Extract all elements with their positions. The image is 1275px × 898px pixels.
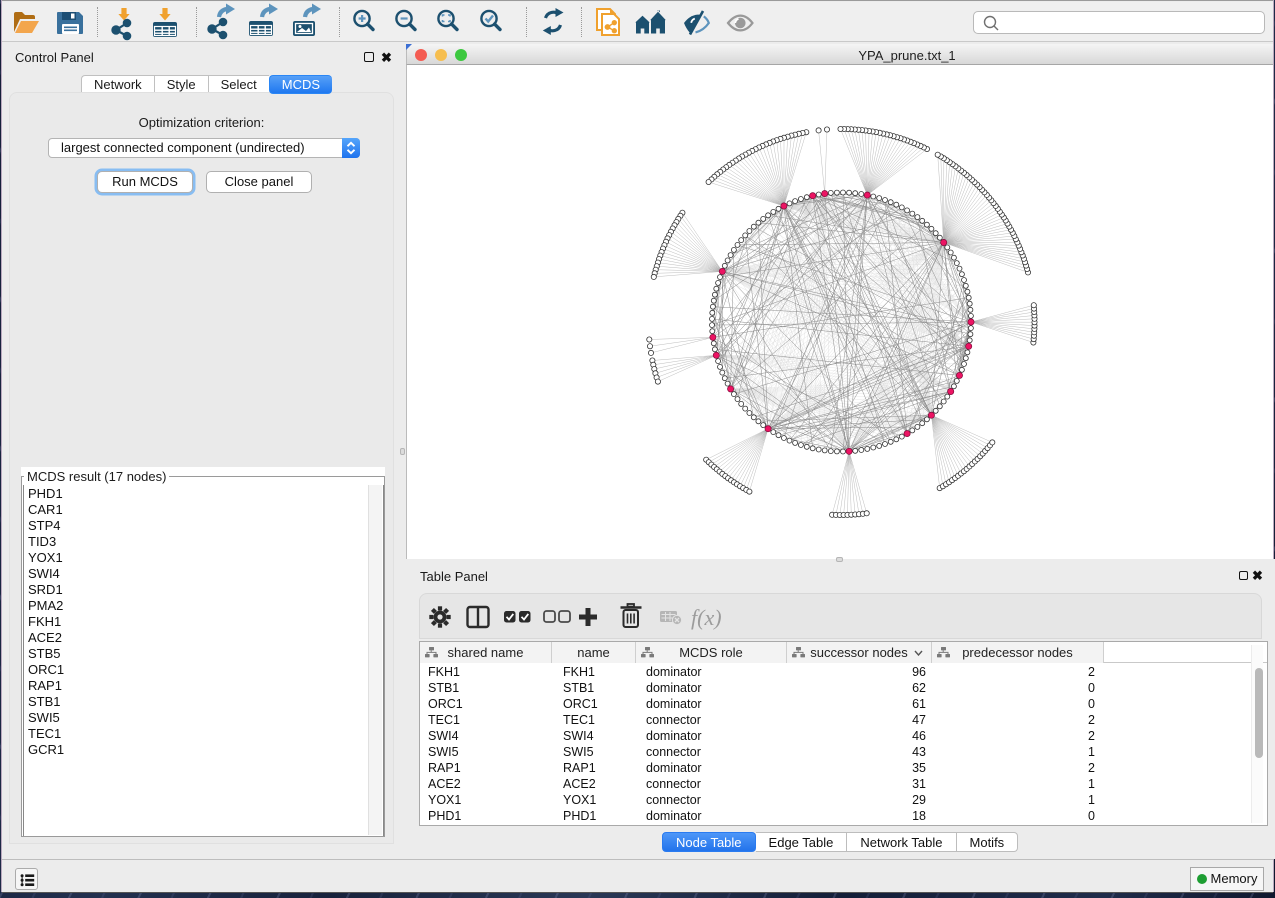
- svg-text:f(x): f(x): [691, 605, 722, 630]
